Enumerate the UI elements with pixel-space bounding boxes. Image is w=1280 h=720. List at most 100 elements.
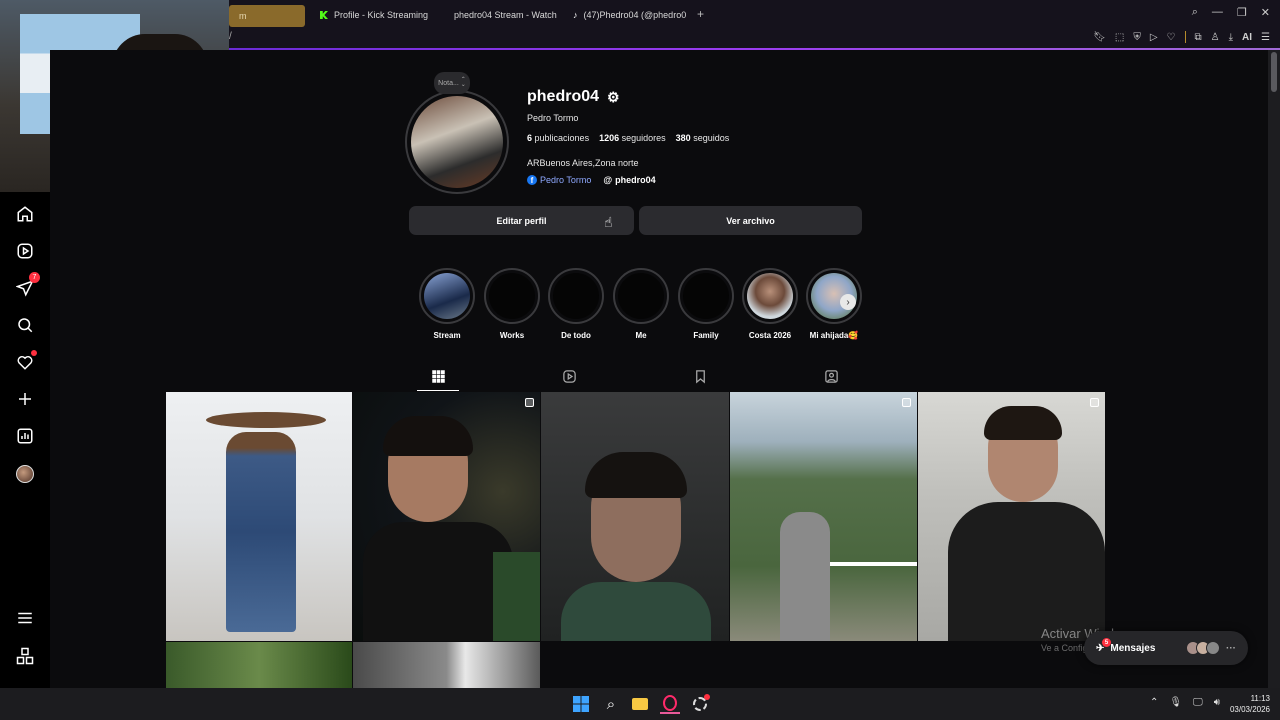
account-icon[interactable]: ♙ bbox=[1211, 32, 1220, 43]
post-thumbnail[interactable] bbox=[166, 392, 352, 641]
nav-home[interactable] bbox=[15, 204, 35, 224]
following-count: 380 bbox=[675, 133, 691, 143]
multiple-posts-icon bbox=[1090, 398, 1099, 407]
divider bbox=[1184, 31, 1186, 43]
app-icon[interactable] bbox=[690, 694, 710, 714]
edit-profile-button[interactable]: Editar perfil bbox=[409, 206, 634, 235]
ai-button[interactable]: AI bbox=[1242, 32, 1252, 43]
apps-icon bbox=[16, 647, 34, 665]
post-hair bbox=[383, 416, 473, 456]
volume-icon[interactable]: 🔊︎ bbox=[1214, 697, 1220, 708]
settings-gear-icon[interactable]: ⚙︎ bbox=[607, 89, 620, 106]
post-thumbnail[interactable] bbox=[353, 642, 540, 688]
highlight-ring bbox=[484, 268, 540, 324]
tab-posts[interactable] bbox=[430, 368, 446, 384]
highlight-item[interactable]: Family bbox=[678, 268, 734, 340]
scrollbar[interactable] bbox=[1268, 50, 1280, 688]
browser-toolbar: 🔖︎ ⬚ ⛨ ▷ ♡ ⧉ ♙ ⤓ AI ☰ bbox=[1093, 31, 1270, 43]
taskbar-search-icon[interactable]: ⌕ bbox=[601, 694, 621, 714]
network-icon[interactable]: 🖵︎ bbox=[1193, 697, 1203, 708]
new-tab-button[interactable]: + bbox=[697, 7, 704, 21]
tab-tagged[interactable] bbox=[823, 368, 839, 384]
file-explorer-icon[interactable] bbox=[630, 694, 650, 714]
bio: ARBuenos Aires,Zona norte bbox=[527, 158, 639, 168]
screenshot-icon[interactable]: ⬚ bbox=[1115, 32, 1124, 43]
post-thumbnail[interactable] bbox=[730, 392, 917, 641]
minimize-icon[interactable]: — bbox=[1212, 6, 1223, 19]
nav-more[interactable] bbox=[15, 608, 35, 628]
post-hair bbox=[984, 406, 1062, 440]
scrollbar-thumb[interactable] bbox=[1271, 52, 1277, 92]
opera-gx-icon[interactable] bbox=[660, 694, 680, 714]
facebook-link[interactable]: f Pedro Tormo bbox=[527, 175, 591, 185]
post-subject bbox=[226, 432, 296, 632]
threads-link[interactable]: @ phedro04 bbox=[603, 175, 655, 185]
messages-badge: 5 bbox=[1102, 638, 1111, 647]
play-icon[interactable]: ▷ bbox=[1150, 32, 1158, 43]
more-icon[interactable]: ··· bbox=[1226, 643, 1236, 654]
system-clock[interactable]: 11:13 03/03/2026 bbox=[1230, 693, 1270, 715]
facebook-link-text: Pedro Tormo bbox=[540, 175, 592, 185]
menu-icon[interactable]: ☰ bbox=[1261, 32, 1270, 43]
following-label: seguidos bbox=[693, 133, 730, 143]
nav-dashboard[interactable] bbox=[15, 426, 35, 446]
post-suit bbox=[363, 522, 513, 641]
nav-apps[interactable] bbox=[15, 646, 35, 666]
threads-link-text: phedro04 bbox=[615, 175, 656, 185]
browser-tab-active[interactable]: m bbox=[229, 5, 305, 27]
post-thumbnail[interactable] bbox=[541, 392, 729, 641]
note-bubble[interactable]: Nota... ⌃ ⌄ bbox=[434, 72, 470, 94]
messages-label: Mensajes bbox=[1110, 642, 1156, 654]
bookmark-icon[interactable]: 🔖︎ bbox=[1093, 32, 1106, 43]
nav-notifications[interactable] bbox=[15, 350, 37, 372]
heart-icon[interactable]: ♡ bbox=[1167, 32, 1176, 43]
followers-stat[interactable]: 1206 seguidores bbox=[599, 133, 666, 143]
tab-reels[interactable] bbox=[561, 368, 577, 384]
highlight-cover bbox=[683, 273, 729, 319]
download-icon[interactable]: ⤓ bbox=[1229, 32, 1233, 43]
highlight-item[interactable]: Me bbox=[613, 268, 669, 340]
extensions-icon[interactable]: ⧉ bbox=[1195, 32, 1202, 43]
nav-reels[interactable] bbox=[15, 241, 35, 261]
chevron-up-icon[interactable]: ⌃ bbox=[1150, 697, 1158, 708]
nav-direct[interactable]: 7 bbox=[15, 272, 40, 298]
followers-count: 1206 bbox=[599, 133, 620, 143]
nav-create[interactable] bbox=[15, 389, 35, 409]
microphone-icon[interactable]: 🎙︎ bbox=[1169, 697, 1182, 708]
following-stat[interactable]: 380 seguidos bbox=[676, 133, 730, 143]
tiktok-logo-icon: ♪ bbox=[573, 10, 578, 20]
view-archive-button[interactable]: Ver archivo bbox=[639, 206, 862, 235]
highlight-item[interactable]: Costa 2026 bbox=[742, 268, 798, 340]
highlight-item[interactable]: Works bbox=[484, 268, 540, 340]
nav-search[interactable] bbox=[15, 315, 35, 335]
browser-tab-kick-stream[interactable]: phedro04 Stream - Watch bbox=[438, 4, 558, 26]
shield-icon[interactable]: ⛨ bbox=[1133, 32, 1141, 43]
facebook-icon: f bbox=[527, 175, 537, 185]
search-icon[interactable]: ⌕ bbox=[1192, 6, 1198, 19]
highlight-cover bbox=[747, 273, 793, 319]
profile-avatar[interactable] bbox=[405, 90, 509, 194]
highlights-next-chevron-icon[interactable]: › bbox=[840, 294, 856, 310]
restore-icon[interactable]: ❐ bbox=[1237, 6, 1247, 19]
system-tray: ⌃ 🎙︎ 🖵︎ 🔊︎ bbox=[1150, 697, 1220, 708]
highlight-item[interactable]: De todo bbox=[548, 268, 604, 340]
browser-tab-tiktok[interactable]: ♪ (47)Phedro04 (@phedro0 bbox=[563, 4, 689, 26]
windows-start-icon[interactable] bbox=[571, 694, 591, 714]
tab-saved[interactable] bbox=[692, 368, 708, 384]
note-label: Nota... bbox=[438, 79, 459, 87]
nav-profile[interactable] bbox=[15, 464, 35, 484]
highlight-ring bbox=[742, 268, 798, 324]
post-thumbnail[interactable] bbox=[166, 642, 352, 688]
post-thumbnail[interactable] bbox=[353, 392, 540, 641]
plus-icon bbox=[19, 393, 31, 405]
browser-tab-kick-profile[interactable]: Profile - Kick Streaming bbox=[310, 4, 438, 26]
tab-label: m bbox=[239, 11, 247, 21]
post-thumbnail[interactable] bbox=[918, 392, 1105, 641]
highlight-item[interactable]: Stream bbox=[419, 268, 475, 340]
messages-button[interactable]: ✈︎ 5 Mensajes ··· bbox=[1084, 631, 1248, 665]
search-icon bbox=[18, 318, 33, 333]
close-icon[interactable]: ✕ bbox=[1261, 6, 1270, 19]
posts-count: 6 bbox=[527, 133, 533, 143]
bookmark-icon bbox=[695, 369, 705, 383]
active-tab-indicator bbox=[417, 390, 459, 391]
